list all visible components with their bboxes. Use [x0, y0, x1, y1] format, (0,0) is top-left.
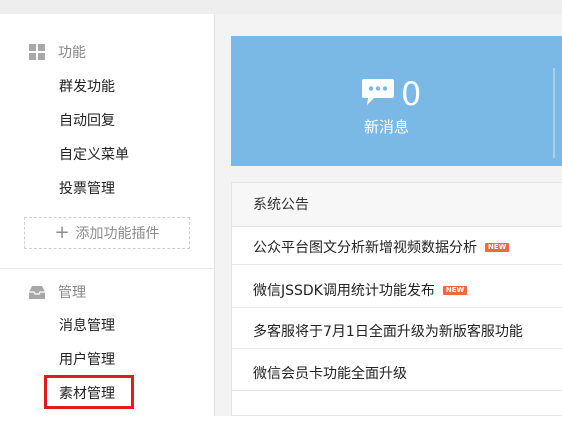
notice-item[interactable]: 多客服将于7月1日全面升级为新版客服功能 [232, 314, 562, 349]
notice-text: 多客服将于7月1日全面升级为新版客服功能 [253, 324, 523, 340]
notices-header: 系统公告 [232, 183, 562, 227]
top-bar [0, 0, 562, 14]
card-separator [553, 68, 555, 158]
sidebar-item-message-management[interactable]: 消息管理 [59, 316, 115, 336]
notice-text: 公众平台图文分析新增视频数据分析 [253, 240, 477, 256]
new-messages-count-row: 0 [361, 76, 421, 112]
system-notices-panel: 系统公告 公众平台图文分析新增视频数据分析 NEW 微信JSSDK调用统计功能发… [231, 182, 562, 416]
plus-icon: + [54, 222, 70, 243]
notice-item[interactable]: 微信会员卡功能全面升级 [232, 356, 562, 391]
notice-text: 微信会员卡功能全面升级 [253, 366, 407, 382]
notice-item[interactable]: 微信JSSDK调用统计功能发布 NEW [232, 273, 562, 308]
section-title-management: 管理 [58, 285, 86, 301]
new-messages-label: 新消息 [364, 118, 410, 136]
sidebar-item-auto-reply[interactable]: 自动回复 [59, 111, 115, 131]
sidebar-item-user-management[interactable]: 用户管理 [59, 350, 115, 370]
sidebar-item-custom-menu[interactable]: 自定义菜单 [59, 145, 129, 165]
section-title-features: 功能 [58, 45, 86, 61]
highlight-box [44, 375, 134, 409]
sidebar-item-mass-send[interactable]: 群发功能 [59, 77, 115, 97]
notice-item-partial [232, 401, 562, 421]
new-badge: NEW [442, 285, 468, 295]
new-messages-count: 0 [401, 75, 422, 113]
inbox-icon [28, 283, 46, 301]
notice-item[interactable]: 公众平台图文分析新增视频数据分析 NEW [232, 230, 562, 265]
sidebar-item-vote-management[interactable]: 投票管理 [59, 179, 115, 199]
section-header-features: 功能 [28, 42, 86, 62]
section-header-management: 管理 [28, 282, 86, 302]
new-messages-card[interactable]: 0 新消息 [231, 36, 562, 166]
sidebar-section-divider [0, 268, 214, 269]
add-plugin-button[interactable]: + 添加功能插件 [24, 217, 190, 249]
chat-bubble-icon [361, 77, 395, 111]
add-plugin-label: 添加功能插件 [75, 226, 160, 242]
new-badge: NEW [485, 242, 510, 252]
notice-text: 微信JSSDK调用统计功能发布 [253, 283, 435, 299]
grid-icon [28, 43, 46, 61]
